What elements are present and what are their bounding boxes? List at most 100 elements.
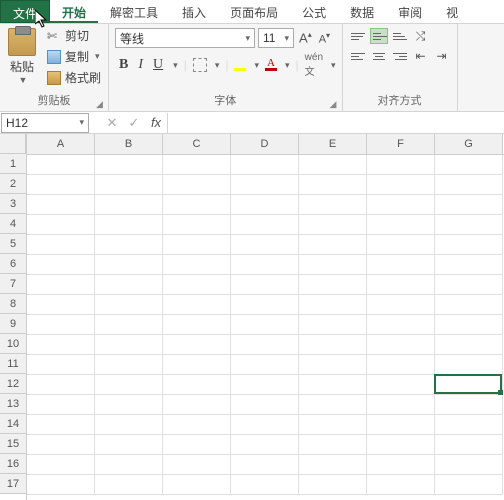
cell[interactable]	[163, 275, 231, 295]
cell[interactable]	[435, 375, 503, 395]
cell[interactable]	[163, 435, 231, 455]
cell[interactable]	[163, 175, 231, 195]
cell[interactable]	[27, 375, 95, 395]
cell[interactable]	[27, 175, 95, 195]
align-center-button[interactable]	[370, 48, 388, 64]
chevron-down-icon[interactable]: ▼	[19, 75, 28, 85]
cell[interactable]	[95, 455, 163, 475]
cell[interactable]	[27, 355, 95, 375]
chevron-down-icon[interactable]: ▾	[254, 60, 259, 71]
cell[interactable]	[95, 235, 163, 255]
cell[interactable]	[367, 375, 435, 395]
italic-button[interactable]: I	[136, 57, 145, 73]
cell[interactable]	[163, 155, 231, 175]
cell[interactable]	[435, 195, 503, 215]
cell[interactable]	[231, 235, 299, 255]
row-header[interactable]: 13	[0, 394, 26, 414]
cell[interactable]	[435, 255, 503, 275]
cell[interactable]	[95, 155, 163, 175]
cell[interactable]	[367, 295, 435, 315]
cell[interactable]	[435, 155, 503, 175]
bold-button[interactable]: B	[117, 57, 130, 73]
cell[interactable]	[163, 215, 231, 235]
cell[interactable]	[231, 275, 299, 295]
cell[interactable]	[231, 455, 299, 475]
cell[interactable]	[231, 215, 299, 235]
cell[interactable]	[435, 275, 503, 295]
dialog-launcher-icon[interactable]: ◢	[330, 99, 340, 109]
row-header[interactable]: 14	[0, 414, 26, 434]
cell[interactable]	[367, 435, 435, 455]
cell[interactable]	[299, 275, 367, 295]
cell[interactable]	[95, 415, 163, 435]
cell[interactable]	[95, 375, 163, 395]
cell[interactable]	[27, 295, 95, 315]
cells-area[interactable]	[27, 155, 504, 495]
cell[interactable]	[95, 275, 163, 295]
tab-view[interactable]: 视	[434, 0, 470, 23]
cell[interactable]	[299, 215, 367, 235]
cell[interactable]	[435, 415, 503, 435]
font-name-select[interactable]: 等线▾	[115, 28, 255, 48]
row-header[interactable]: 9	[0, 314, 26, 334]
cell[interactable]	[299, 415, 367, 435]
row-header[interactable]: 17	[0, 474, 26, 494]
cell[interactable]	[435, 455, 503, 475]
increase-indent-button[interactable]: ⇥	[433, 48, 451, 64]
cell[interactable]	[95, 255, 163, 275]
insert-function-button[interactable]: fx	[145, 115, 167, 130]
tab-home[interactable]: 开始	[50, 0, 98, 23]
cell[interactable]	[231, 195, 299, 215]
cell[interactable]	[27, 455, 95, 475]
cell[interactable]	[367, 395, 435, 415]
cell[interactable]	[299, 195, 367, 215]
column-header[interactable]: G	[435, 134, 503, 154]
cell[interactable]	[95, 215, 163, 235]
chevron-down-icon[interactable]: ▾	[173, 60, 178, 71]
cell[interactable]	[95, 475, 163, 495]
cell[interactable]	[299, 335, 367, 355]
cell[interactable]	[435, 355, 503, 375]
cell[interactable]	[163, 295, 231, 315]
row-header[interactable]: 6	[0, 254, 26, 274]
cell[interactable]	[163, 235, 231, 255]
accept-formula-button[interactable]: ✓	[123, 115, 145, 131]
tab-page-layout[interactable]: 页面布局	[218, 0, 290, 23]
align-middle-button[interactable]	[370, 28, 388, 44]
row-header[interactable]: 16	[0, 454, 26, 474]
cell[interactable]	[27, 415, 95, 435]
cell[interactable]	[299, 295, 367, 315]
row-header[interactable]: 1	[0, 154, 26, 174]
cell[interactable]	[435, 295, 503, 315]
row-header[interactable]: 4	[0, 214, 26, 234]
format-painter-button[interactable]: 格式刷	[44, 68, 104, 87]
cell[interactable]	[27, 195, 95, 215]
cell[interactable]	[231, 475, 299, 495]
chevron-down-icon[interactable]: ▾	[285, 60, 290, 71]
cell[interactable]	[231, 315, 299, 335]
paste-button[interactable]: 粘贴 ▼	[4, 26, 40, 87]
row-header[interactable]: 7	[0, 274, 26, 294]
cell[interactable]	[435, 315, 503, 335]
cell[interactable]	[95, 295, 163, 315]
cell[interactable]	[435, 235, 503, 255]
cut-button[interactable]: ✄剪切	[44, 26, 104, 45]
phonetic-guide-button[interactable]: wén文	[305, 52, 323, 78]
borders-button[interactable]	[193, 58, 207, 72]
column-header[interactable]: C	[163, 134, 231, 154]
copy-button[interactable]: 复制▾	[44, 47, 104, 66]
cell[interactable]	[435, 175, 503, 195]
cell[interactable]	[299, 475, 367, 495]
cell[interactable]	[367, 215, 435, 235]
cell[interactable]	[231, 435, 299, 455]
font-size-select[interactable]: 11▾	[258, 28, 294, 48]
chevron-down-icon[interactable]: ▾	[215, 60, 220, 71]
name-box[interactable]: H12▾	[1, 113, 89, 133]
row-header[interactable]: 2	[0, 174, 26, 194]
cell[interactable]	[367, 415, 435, 435]
cell[interactable]	[163, 335, 231, 355]
column-header[interactable]: F	[367, 134, 435, 154]
cell[interactable]	[231, 175, 299, 195]
cell[interactable]	[367, 155, 435, 175]
align-top-button[interactable]	[349, 28, 367, 44]
